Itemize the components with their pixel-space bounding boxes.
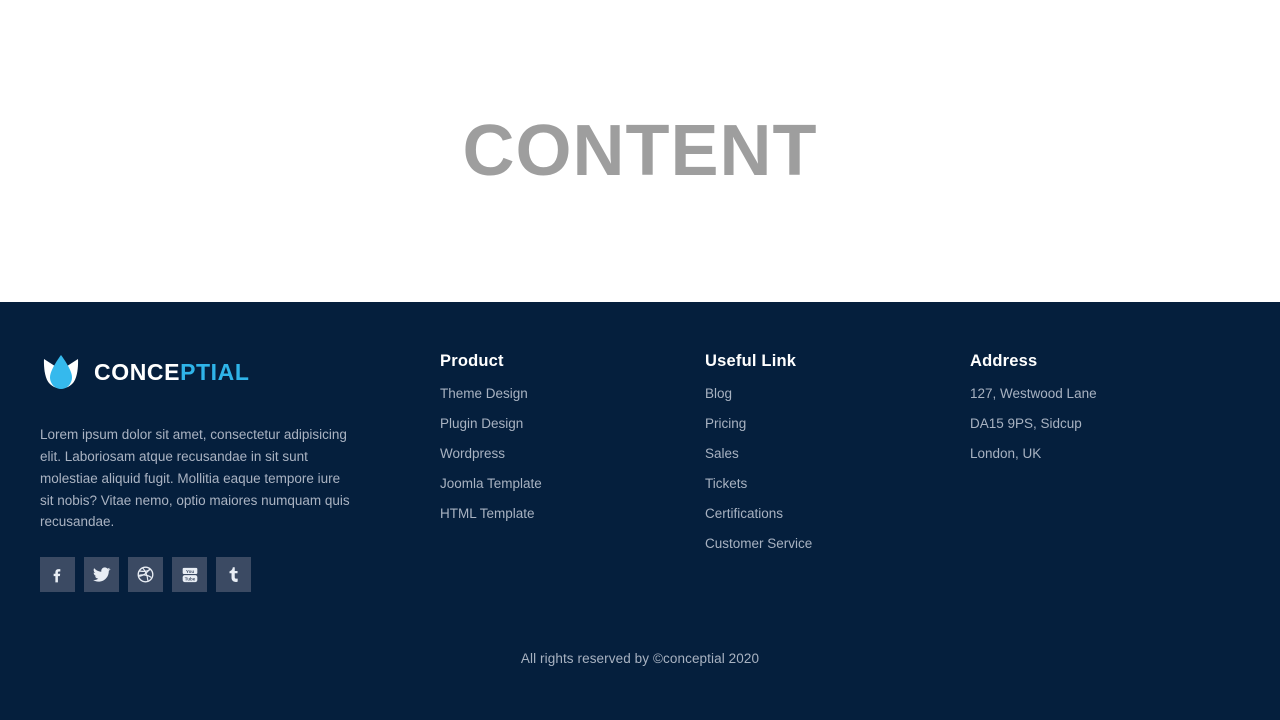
list-item: Certifications xyxy=(705,505,970,524)
list-item: Plugin Design xyxy=(440,415,705,434)
footer-bottom-bar: All rights reserved by ©conceptial 2020 xyxy=(0,650,1280,668)
brand-description: Lorem ipsum dolor sit amet, consectetur … xyxy=(40,427,350,530)
footer-columns-container: CONCEPTIAL Lorem ipsum dolor sit amet, c… xyxy=(0,302,1280,593)
footer-column-useful-link: Useful Link Blog Pricing Sales Tickets C… xyxy=(705,350,970,592)
list-item: Theme Design xyxy=(440,385,705,404)
content-section: CONTENT xyxy=(0,0,1280,302)
facebook-icon xyxy=(53,568,60,583)
list-item: Tickets xyxy=(705,475,970,494)
list-item: Blog xyxy=(705,385,970,404)
footer-column-product: Product Theme Design Plugin Design Wordp… xyxy=(440,350,705,592)
footer-link-theme-design[interactable]: Theme Design xyxy=(440,385,528,404)
social-link-tumblr[interactable] xyxy=(216,557,251,593)
list-item: Customer Service xyxy=(705,535,970,554)
social-link-youtube[interactable]: You Tube xyxy=(172,557,207,593)
footer-link-certifications[interactable]: Certifications xyxy=(705,505,783,524)
list-item: HTML Template xyxy=(440,505,705,524)
footer-link-pricing[interactable]: Pricing xyxy=(705,415,746,434)
svg-text:Tube: Tube xyxy=(184,576,195,581)
footer-link-blog[interactable]: Blog xyxy=(705,385,732,404)
list-item: Joomla Template xyxy=(440,475,705,494)
footer-brand-column: CONCEPTIAL Lorem ipsum dolor sit amet, c… xyxy=(40,350,440,593)
list-item: Wordpress xyxy=(440,445,705,464)
footer-column-title-useful-link: Useful Link xyxy=(705,352,797,370)
social-links: You Tube xyxy=(40,557,390,593)
footer-column-title-address: Address xyxy=(970,352,1038,370)
list-item: Pricing xyxy=(705,415,970,434)
address-line-postcode: DA15 9PS, Sidcup xyxy=(970,415,1082,431)
footer-link-list-product: Theme Design Plugin Design Wordpress Joo… xyxy=(440,385,705,523)
list-item: Sales xyxy=(705,445,970,464)
twitter-icon xyxy=(92,567,111,582)
water-drop-logo-icon xyxy=(43,355,79,389)
footer-column-title-product: Product xyxy=(440,352,504,370)
footer-link-plugin-design[interactable]: Plugin Design xyxy=(440,415,523,434)
brand-logo-text: CONCEPTIAL xyxy=(94,358,250,385)
youtube-icon: You Tube xyxy=(182,567,197,582)
page-title: CONTENT xyxy=(462,111,818,191)
brand-name-primary: CONCE xyxy=(94,358,181,385)
svg-text:You: You xyxy=(185,569,193,574)
brand-name-accent: PTIAL xyxy=(180,358,250,385)
footer-link-wordpress[interactable]: Wordpress xyxy=(440,445,505,464)
dribbble-icon xyxy=(137,566,154,583)
address-line-street: 127, Westwood Lane xyxy=(970,386,1097,402)
social-link-facebook[interactable] xyxy=(40,557,75,593)
footer-link-html-template[interactable]: HTML Template xyxy=(440,505,535,524)
social-link-dribbble[interactable] xyxy=(128,557,163,593)
brand-logo[interactable]: CONCEPTIAL xyxy=(40,350,390,394)
footer-column-address: Address 127, Westwood Lane DA15 9PS, Sid… xyxy=(970,350,1230,592)
footer-link-joomla-template[interactable]: Joomla Template xyxy=(440,475,542,494)
footer-link-tickets[interactable]: Tickets xyxy=(705,475,747,494)
copyright-text: All rights reserved by ©conceptial 2020 xyxy=(520,651,760,666)
footer-link-customer-service[interactable]: Customer Service xyxy=(705,535,812,554)
tumblr-icon xyxy=(229,567,238,582)
footer-link-sales[interactable]: Sales xyxy=(705,445,739,464)
footer-link-list-useful: Blog Pricing Sales Tickets Certification… xyxy=(705,385,970,553)
social-link-twitter[interactable] xyxy=(84,557,119,593)
address-line-city: London, UK xyxy=(970,445,1042,461)
site-footer: CONCEPTIAL Lorem ipsum dolor sit amet, c… xyxy=(0,302,1280,720)
